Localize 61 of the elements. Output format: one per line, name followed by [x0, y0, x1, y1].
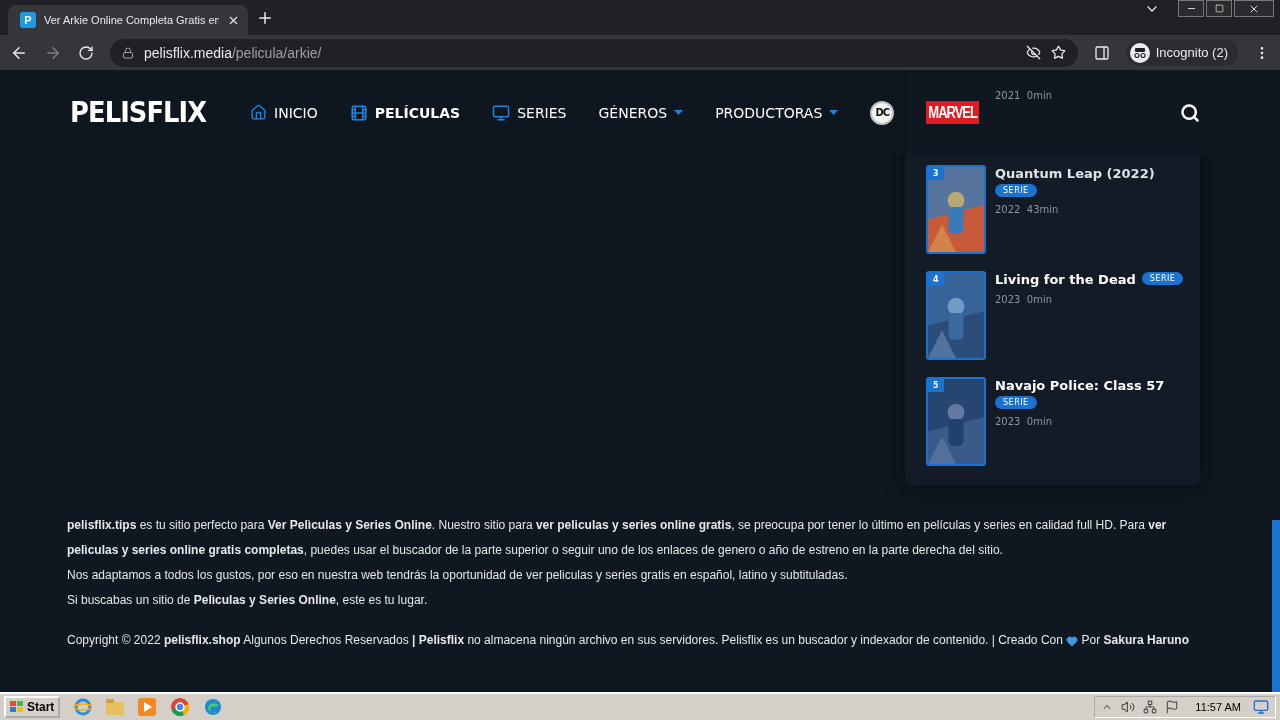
nav-link[interactable]: GÉNEROS [598, 104, 684, 121]
caret-icon [674, 110, 684, 115]
marvel-link[interactable]: MARVEL [926, 101, 979, 124]
film-icon [349, 103, 368, 122]
restore-icon[interactable] [1206, 0, 1232, 17]
heart-icon [1066, 634, 1079, 647]
reload-icon[interactable] [78, 44, 94, 61]
item-meta: 2022 43min [995, 204, 1060, 215]
copyright-text: Copyright © 2022 pelisflix.shop Algunos Derechos Reservados | Pelisflix no almacena ningún archivo en sus servidores. Pelisflix es un buscador y indexador de contenido. | Creado Con [67, 633, 1063, 647]
footer-paragraph: Si buscabas un sitio de Pelìculas y Series Online, este es tu lugar. [67, 592, 429, 609]
footer-paragraph: Nos adaptamos a todos los gustos, por eso en nuestra web tendrás la oportunidad de ver peliculas y series gratis en español, latino y subtituladas. [67, 567, 849, 584]
type-badge: SERIE [995, 184, 1037, 197]
site-logo[interactable]: PELISFLIX [70, 96, 207, 129]
lock-icon [122, 46, 134, 59]
url-host: pelisflix.media [144, 44, 232, 61]
nav-link[interactable]: PELÍCULAS [349, 103, 461, 122]
url-path: /pelicula/arkie/ [231, 44, 323, 61]
item-title[interactable]: Living for the Dead [995, 272, 1136, 287]
eye-off-icon[interactable] [1025, 45, 1041, 60]
start-button[interactable]: Start [4, 696, 61, 718]
home-icon [250, 104, 268, 121]
star-icon[interactable] [1050, 45, 1066, 60]
nav-link[interactable]: INICIO [250, 104, 318, 121]
network-icon[interactable] [1143, 700, 1158, 714]
item-title[interactable]: Navajo Police: Class 57 [995, 378, 1165, 393]
media-player-icon[interactable] [138, 698, 157, 716]
ie-icon[interactable] [74, 698, 93, 716]
flag-icon[interactable] [1165, 700, 1180, 714]
search-icon[interactable] [1180, 102, 1200, 123]
side-panel-icon[interactable] [1093, 44, 1110, 61]
type-badge: SERIE [1141, 272, 1184, 285]
poster[interactable]: 4 [926, 271, 986, 360]
nav-link[interactable]: PRODUCTORAS [715, 104, 839, 121]
favicon: P [20, 12, 36, 28]
poster[interactable]: 3 [926, 165, 986, 254]
item-title[interactable]: Quantum Leap (2022) [995, 166, 1155, 181]
item-meta: 2021 0min [995, 90, 1053, 101]
minimize-icon[interactable] [1178, 0, 1204, 17]
windows-logo-icon [10, 701, 24, 713]
dc-link[interactable]: DC [870, 100, 895, 125]
footer-paragraph: pelisflix.tips es tu sitio perfecto para Ver Pelìculas y Series Online. Nuestro sitio para ver peliculas y series online gratis, se preocupa por tener lo último en películas y series en calidad full HD. Para ver pelìculas y series online gratis completas, puedes usar el buscador de la parte superior o seguir uno de los enlaces de genero o año de estreno en la parte derecha del sitio. [67, 517, 1168, 559]
incognito-icon [1129, 42, 1150, 63]
rank-number: 3 [928, 167, 944, 180]
caret-icon [829, 110, 839, 115]
rank-number: 5 [928, 379, 944, 392]
desktop-icon[interactable] [1253, 699, 1269, 715]
chrome-icon[interactable] [170, 697, 191, 717]
item-meta: 2023 0min [995, 416, 1054, 427]
poster[interactable]: 5 [926, 377, 986, 466]
rank-number: 4 [928, 273, 944, 286]
address-bar[interactable]: pelisflix.media/pelicula/arkie/ [110, 38, 1078, 67]
monitor-icon [492, 103, 511, 122]
credit-text: Por Sakura Haruno [1081, 633, 1189, 647]
type-badge: SERIE [995, 396, 1037, 409]
nav-link[interactable]: SERIES [492, 103, 567, 122]
edge-icon[interactable] [204, 698, 223, 716]
item-meta: 2023 0min [995, 294, 1054, 305]
profile-button[interactable]: Incognito (2) [1125, 39, 1238, 66]
scrollbar-thumb[interactable] [1272, 520, 1280, 692]
speaker-icon[interactable] [1121, 700, 1136, 714]
clock-time: 11:57 AM [1195, 701, 1241, 713]
